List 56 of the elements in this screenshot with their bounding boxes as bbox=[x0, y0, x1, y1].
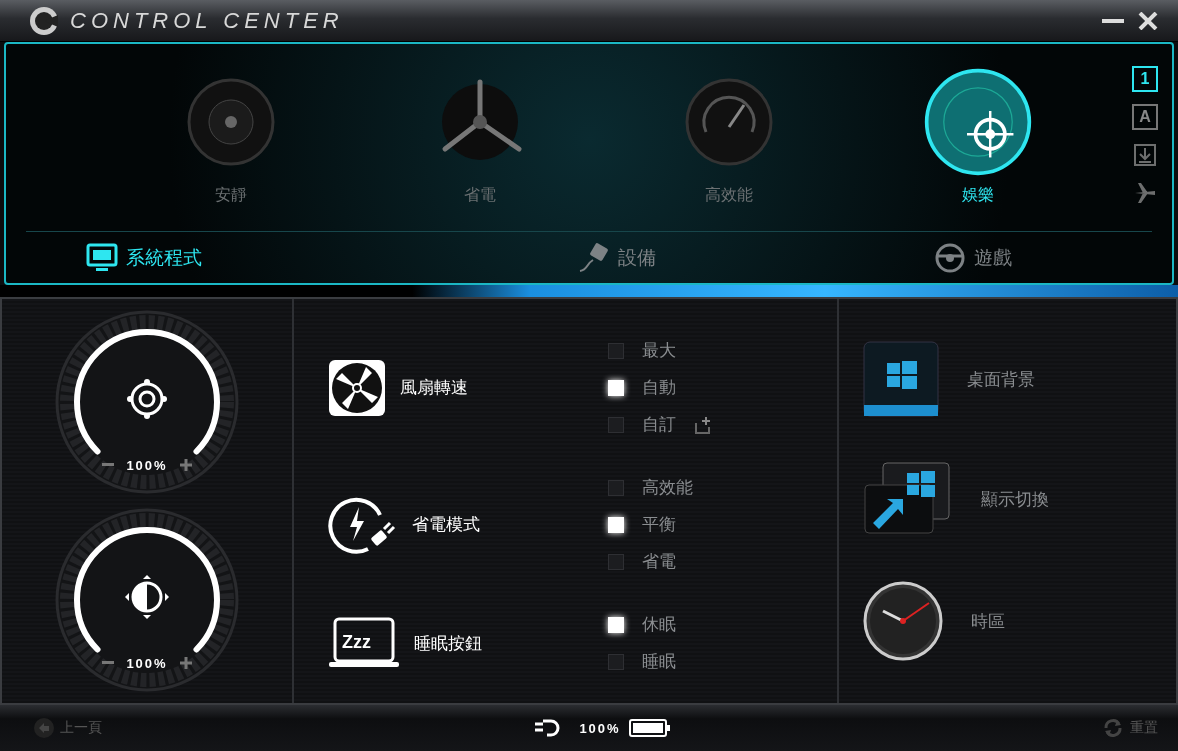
dial-reading: 100% bbox=[125, 458, 169, 473]
battery-icon bbox=[628, 718, 671, 738]
plus-icon bbox=[180, 459, 192, 471]
steering-wheel-icon bbox=[934, 241, 967, 274]
category-tab[interactable]: 設備 bbox=[437, 232, 795, 283]
download-icon bbox=[1133, 143, 1157, 167]
windows-tile-icon bbox=[863, 341, 939, 417]
option-checkbox[interactable] bbox=[608, 416, 624, 433]
app-logo-icon bbox=[28, 4, 60, 37]
shortcut-button[interactable]: 時區 bbox=[863, 581, 1152, 661]
window-title: CONTROL CENTER bbox=[70, 7, 345, 34]
profile-slot-button[interactable]: 1 bbox=[1132, 66, 1158, 92]
option-checkbox[interactable] bbox=[608, 479, 624, 496]
option-item[interactable]: 高效能 bbox=[608, 476, 693, 499]
option-checkbox[interactable] bbox=[608, 653, 624, 670]
power-profile-button[interactable]: 高效能 bbox=[604, 66, 853, 231]
plus-button[interactable] bbox=[178, 457, 194, 473]
close-icon bbox=[1138, 11, 1158, 30]
speaker-icon bbox=[185, 77, 276, 167]
fan-icon bbox=[328, 358, 386, 417]
option-item[interactable]: 省電 bbox=[608, 550, 693, 573]
option-checkbox[interactable] bbox=[608, 342, 624, 359]
option-checkbox[interactable] bbox=[608, 553, 624, 570]
dial-reading: 100% bbox=[125, 656, 169, 671]
minus-icon bbox=[102, 463, 114, 467]
display-switch-icon bbox=[863, 461, 953, 537]
minimize-icon bbox=[1102, 18, 1124, 23]
plus-button[interactable] bbox=[178, 655, 194, 671]
setting-label: 睡眠按鈕 bbox=[414, 631, 482, 655]
refresh-icon bbox=[1102, 717, 1124, 739]
option-item[interactable]: 自動 bbox=[608, 376, 714, 399]
power-profile-button[interactable]: 安靜 bbox=[106, 66, 355, 231]
monitor-icon bbox=[86, 242, 118, 273]
download-button[interactable] bbox=[1132, 142, 1158, 168]
shortcut-button[interactable]: 桌面背景 bbox=[863, 341, 1152, 417]
category-tab[interactable]: 遊戲 bbox=[794, 232, 1152, 283]
option-item[interactable]: 休眠 bbox=[608, 613, 676, 636]
option-item[interactable]: 最大 bbox=[608, 339, 714, 362]
radar-icon bbox=[922, 67, 1033, 177]
minus-icon bbox=[102, 661, 114, 665]
setting-label: 風扇轉速 bbox=[400, 376, 468, 399]
gauge-icon bbox=[683, 77, 774, 167]
plus-icon bbox=[180, 657, 192, 669]
power-profile-button[interactable]: 省電 bbox=[355, 66, 604, 231]
close-button[interactable] bbox=[1136, 9, 1160, 32]
power-profile-button[interactable]: 娛樂 bbox=[853, 66, 1102, 231]
sleep-text: Zzz bbox=[342, 632, 371, 652]
profile-slot-button[interactable]: A bbox=[1132, 104, 1158, 130]
setting-label: 省電模式 bbox=[412, 513, 480, 536]
clock-icon bbox=[863, 581, 943, 661]
shortcut-button[interactable]: 顯示切換 bbox=[863, 461, 1152, 537]
option-item[interactable]: 睡眠 bbox=[608, 650, 676, 673]
option-item[interactable]: 平衡 bbox=[608, 513, 693, 536]
option-item[interactable]: 自訂 bbox=[608, 413, 714, 436]
category-tab[interactable]: 系統程式 bbox=[26, 232, 438, 283]
battery-reading: 100% bbox=[579, 720, 621, 736]
